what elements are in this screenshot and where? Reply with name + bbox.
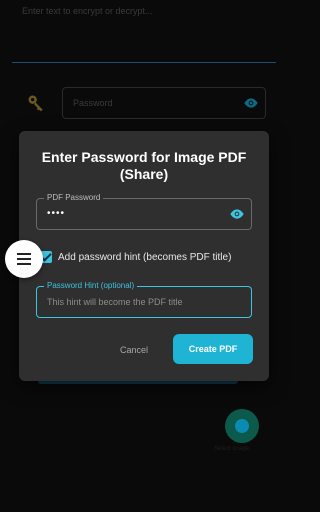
pdf-password-field[interactable]: PDF Password •••• bbox=[36, 193, 252, 230]
password-hint-checkbox-label: Add password hint (becomes PDF title) bbox=[58, 251, 232, 263]
floating-menu-button[interactable] bbox=[5, 240, 43, 278]
select-image-fab[interactable] bbox=[225, 409, 259, 443]
pdf-password-value: •••• bbox=[47, 208, 66, 219]
password-hint-input[interactable]: Password Hint (optional) This hint will … bbox=[36, 281, 252, 318]
image-icon bbox=[235, 419, 249, 433]
key-icon bbox=[28, 95, 43, 112]
menu-icon bbox=[17, 253, 31, 265]
password-hint-checkbox-row[interactable]: Add password hint (becomes PDF title) bbox=[40, 251, 231, 263]
encrypt-text-placeholder: Enter text to encrypt or decrypt... bbox=[22, 6, 153, 16]
password-field[interactable]: Password bbox=[62, 87, 266, 119]
eye-icon[interactable] bbox=[243, 95, 259, 111]
password-hint-label: Password Hint (optional) bbox=[44, 281, 138, 290]
encrypt-text-input[interactable]: Enter text to encrypt or decrypt... bbox=[12, 0, 276, 63]
fab-label: Select Image bbox=[214, 446, 250, 452]
password-placeholder: Password bbox=[73, 98, 113, 108]
password-dialog: Enter Password for Image PDF (Share) PDF… bbox=[19, 131, 269, 381]
cancel-button[interactable]: Cancel bbox=[109, 336, 159, 364]
pdf-password-label: PDF Password bbox=[44, 193, 104, 202]
dialog-title: Enter Password for Image PDF (Share) bbox=[41, 149, 247, 182]
create-pdf-button[interactable]: Create PDF bbox=[173, 334, 253, 364]
password-hint-placeholder: This hint will become the PDF title bbox=[47, 297, 183, 307]
eye-icon[interactable] bbox=[229, 206, 245, 222]
